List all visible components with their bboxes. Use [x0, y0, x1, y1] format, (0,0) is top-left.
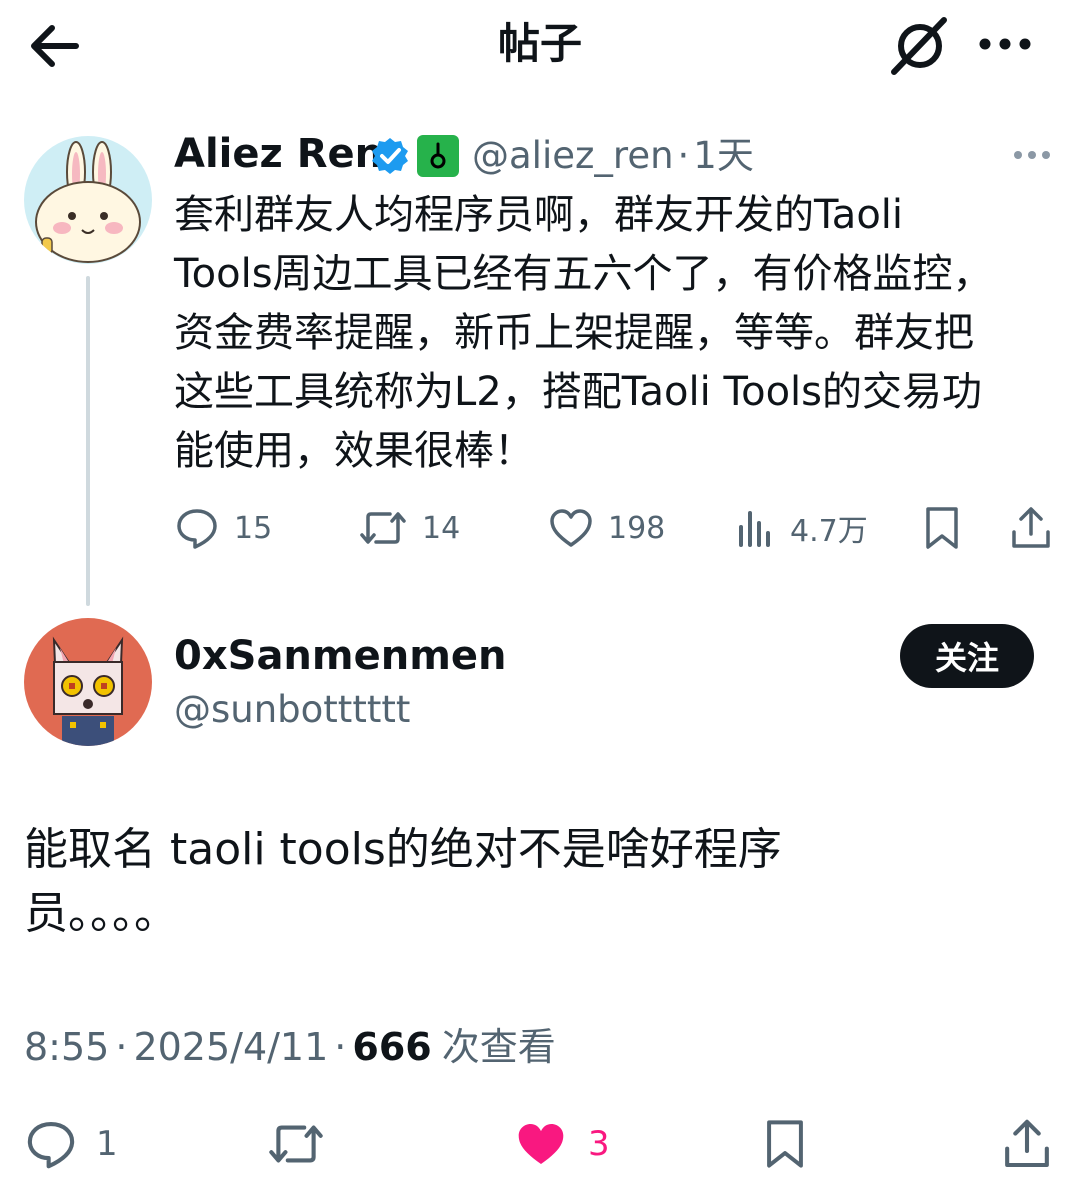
- comment-icon: [177, 509, 217, 549]
- post-time[interactable]: 8:55: [24, 1025, 109, 1069]
- tweet-more-button[interactable]: [1008, 140, 1056, 170]
- retweet-button[interactable]: [266, 1112, 326, 1176]
- affiliate-badge-icon: [416, 134, 460, 178]
- tweet-text: 套利群友人均程序员啊，群友开发的Taoli Tools周边工具已经有五六个了，有…: [174, 192, 993, 474]
- like-count: 198: [608, 510, 666, 546]
- more-horizontal-icon: [1014, 151, 1050, 159]
- like-button[interactable]: 198: [548, 500, 665, 556]
- bookmark-icon: [767, 1120, 803, 1168]
- grok-button[interactable]: [886, 12, 954, 80]
- like-button[interactable]: 3: [512, 1112, 610, 1176]
- post-age[interactable]: 1天: [693, 134, 754, 177]
- bookmark-icon: [926, 507, 958, 549]
- handle[interactable]: @aliez_ren: [472, 134, 674, 177]
- reply-button[interactable]: 1: [24, 1112, 118, 1176]
- more-options-button[interactable]: [970, 18, 1040, 70]
- avatar[interactable]: [24, 136, 152, 264]
- share-button[interactable]: [1000, 1112, 1054, 1176]
- reply-author-name[interactable]: 0xSanmenmen: [174, 632, 506, 680]
- author-name[interactable]: Aliez Ren: [174, 130, 383, 178]
- view-label: 次查看: [441, 1025, 556, 1069]
- bookmark-button[interactable]: [920, 500, 964, 556]
- retweet-icon: [360, 512, 406, 544]
- share-icon: [1005, 1119, 1049, 1168]
- separator: ·: [115, 1025, 128, 1069]
- pixel-cat-avatar-image: [24, 618, 152, 746]
- view-count: 4.7万: [790, 514, 868, 549]
- reply-text: 能取名 taoli tools的绝对不是啥好程序 员。。。。: [24, 824, 782, 939]
- comment-icon: [27, 1121, 75, 1169]
- thread-connector-line: [86, 276, 90, 606]
- separator: ·: [677, 134, 690, 177]
- separator: ·: [334, 1025, 347, 1069]
- post-meta: 8:55 · 2025/4/11 · 666 次查看: [24, 1020, 556, 1074]
- heart-icon: [550, 509, 592, 547]
- reply-button[interactable]: 15: [174, 500, 272, 556]
- retweet-button[interactable]: 14: [358, 500, 460, 556]
- views-button[interactable]: 4.7万: [736, 500, 868, 556]
- grok-slash-icon: [891, 17, 947, 75]
- bar-chart-icon: [739, 511, 770, 547]
- avatar[interactable]: [24, 618, 152, 746]
- reply-count: 15: [234, 510, 273, 546]
- retweet-count: 14: [422, 510, 461, 546]
- share-button[interactable]: [1008, 500, 1054, 556]
- heart-filled-icon: [518, 1124, 564, 1164]
- post-date[interactable]: 2025/4/11: [133, 1025, 328, 1069]
- reply-count: 1: [96, 1124, 118, 1164]
- retweet-icon: [269, 1125, 323, 1163]
- follow-button[interactable]: 关注: [900, 624, 1034, 688]
- handle-and-age: @aliez_ren · 1天: [472, 130, 754, 182]
- view-count[interactable]: 666: [352, 1025, 431, 1069]
- verified-badge-icon: [370, 136, 410, 176]
- more-horizontal-icon: [979, 38, 1031, 50]
- bunny-avatar-image: [24, 136, 152, 264]
- reply-handle[interactable]: @sunbotttttt: [174, 686, 410, 734]
- bookmark-button[interactable]: [760, 1112, 810, 1176]
- like-count: 3: [588, 1124, 610, 1164]
- share-icon: [1012, 507, 1050, 548]
